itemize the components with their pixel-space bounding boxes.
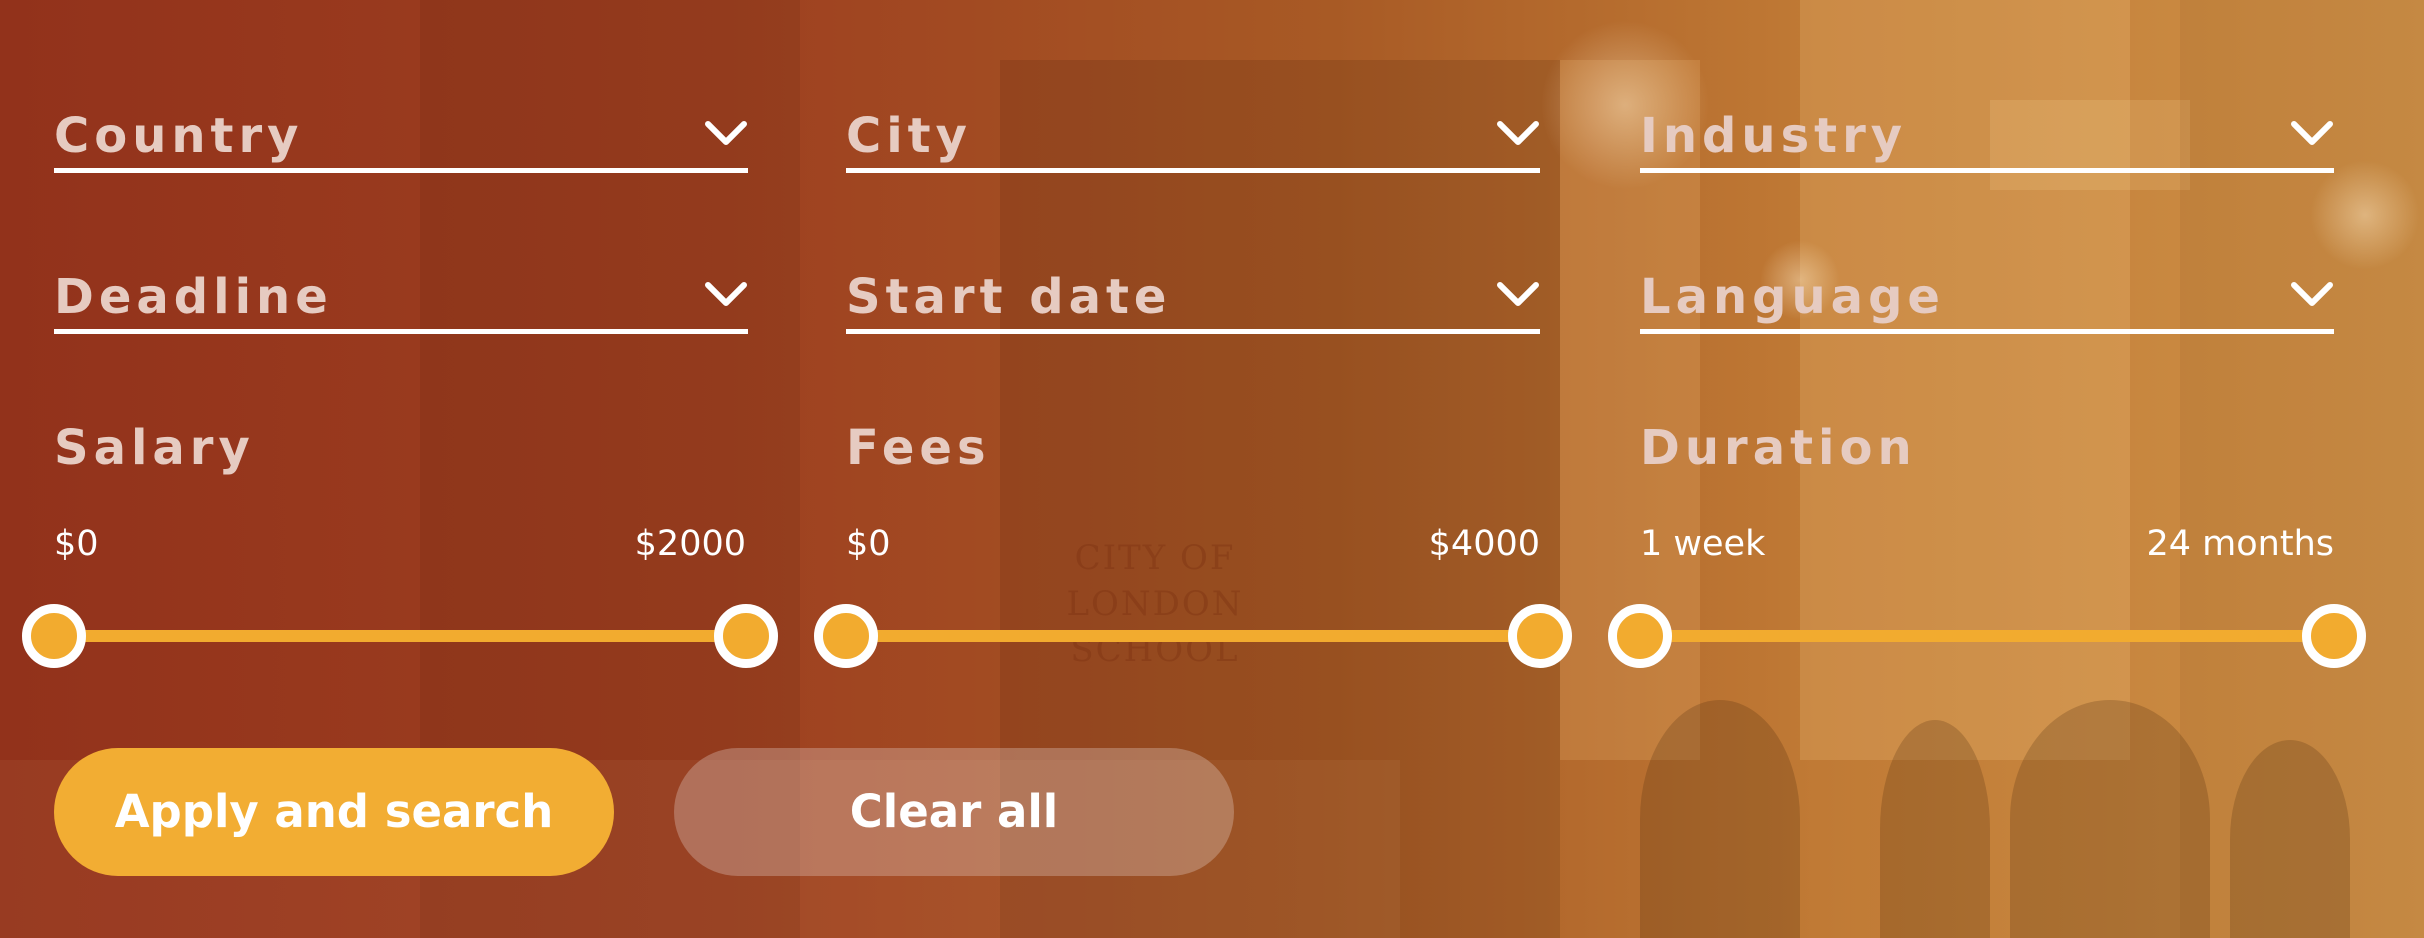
chevron-down-icon [1497, 121, 1539, 145]
filter-panel: CITY OF LONDON SCHOOL Country City Indus… [0, 0, 2424, 938]
city-dropdown[interactable]: City [846, 106, 1540, 173]
salary-max-handle[interactable] [714, 604, 778, 668]
chevron-down-icon [2291, 121, 2333, 145]
duration-max-label: 24 months [2146, 524, 2335, 564]
apply-and-search-button[interactable]: Apply and search [54, 748, 614, 876]
country-label: Country [54, 108, 304, 164]
start-date-label: Start date [846, 269, 1172, 325]
background-sign-line1: CITY OF LONDON [1066, 538, 1244, 624]
duration-min-label: 1 week [1640, 524, 1766, 564]
fees-range-track[interactable] [846, 630, 1540, 642]
chevron-down-icon [2291, 282, 2333, 306]
duration-max-handle[interactable] [2302, 604, 2366, 668]
chevron-down-icon [705, 282, 747, 306]
industry-label: Industry [1640, 108, 1908, 164]
country-dropdown[interactable]: Country [54, 106, 748, 173]
salary-min-label: $0 [54, 524, 99, 564]
salary-min-handle[interactable] [22, 604, 86, 668]
start-date-dropdown[interactable]: Start date [846, 267, 1540, 334]
fees-min-handle[interactable] [814, 604, 878, 668]
salary-range-track[interactable] [54, 630, 746, 642]
salary-title: Salary [54, 420, 255, 476]
fees-min-label: $0 [846, 524, 891, 564]
fees-max-label: $4000 [1428, 524, 1540, 564]
fees-max-handle[interactable] [1508, 604, 1572, 668]
duration-title: Duration [1640, 420, 1917, 476]
deadline-label: Deadline [54, 269, 333, 325]
language-label: Language [1640, 269, 1945, 325]
fees-title: Fees [846, 420, 991, 476]
industry-dropdown[interactable]: Industry [1640, 106, 2334, 173]
duration-range-track[interactable] [1640, 630, 2334, 642]
salary-max-label: $2000 [634, 524, 746, 564]
deadline-dropdown[interactable]: Deadline [54, 267, 748, 334]
city-label: City [846, 108, 972, 164]
chevron-down-icon [705, 121, 747, 145]
clear-all-button[interactable]: Clear all [674, 748, 1234, 876]
chevron-down-icon [1497, 282, 1539, 306]
duration-min-handle[interactable] [1608, 604, 1672, 668]
language-dropdown[interactable]: Language [1640, 267, 2334, 334]
